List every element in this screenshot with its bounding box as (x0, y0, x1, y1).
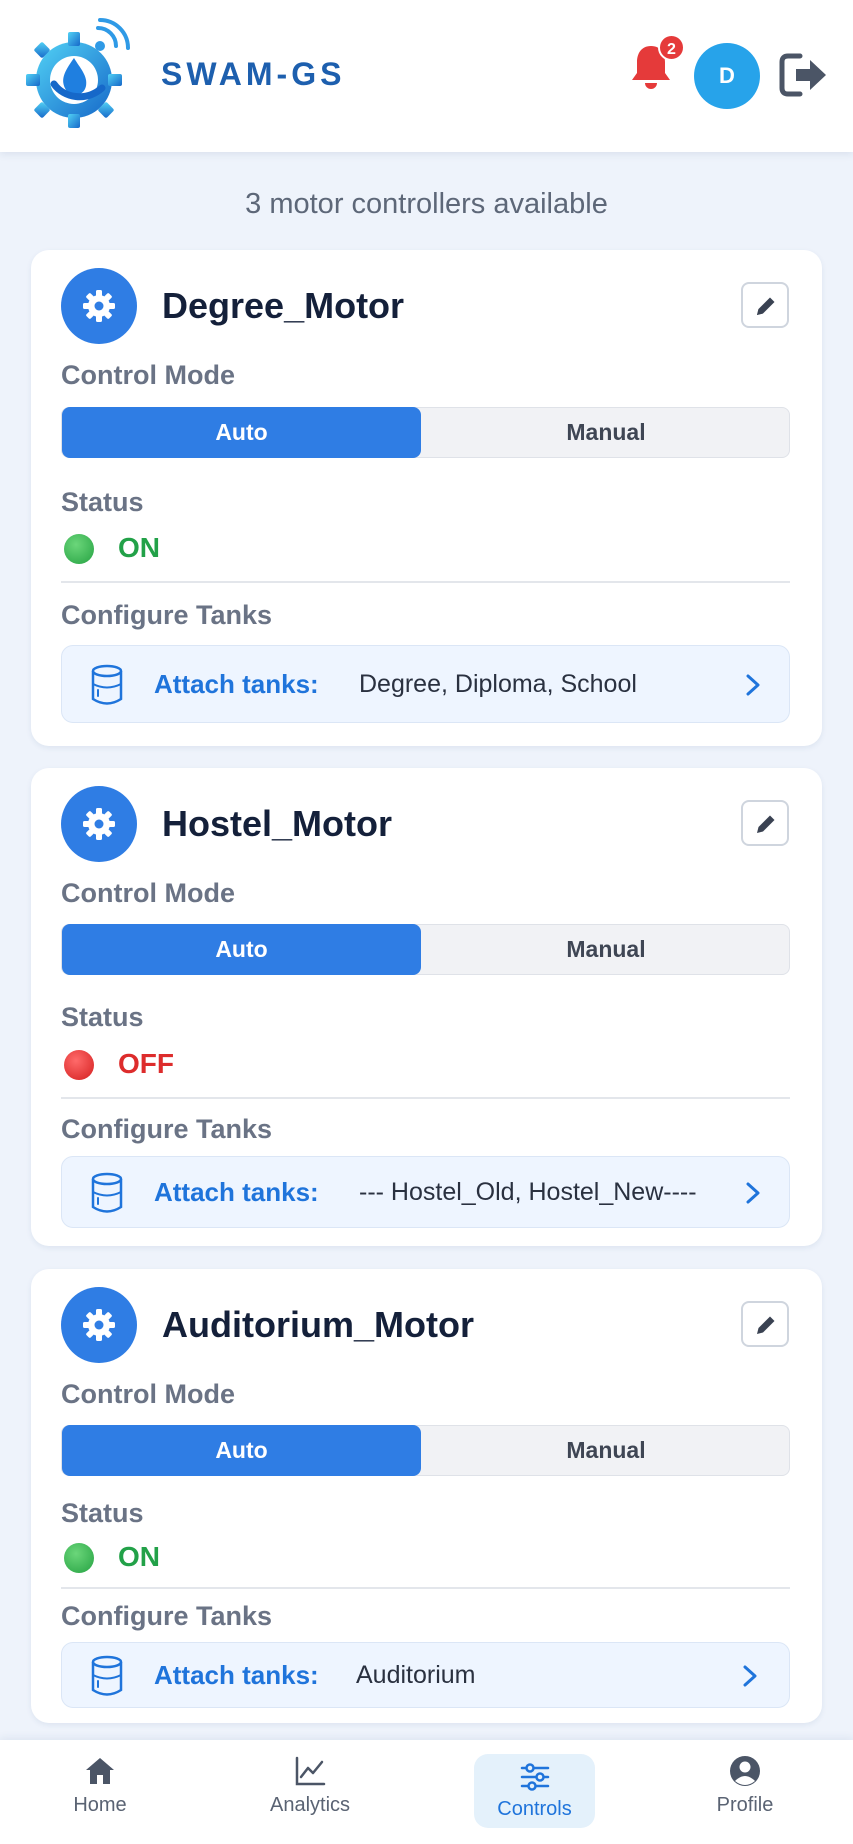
motor-gear-badge (61, 786, 137, 862)
gear-icon (83, 290, 115, 322)
status-indicator (64, 1543, 94, 1573)
status-label: Status (61, 1498, 144, 1528)
control-mode-toggle: Auto Manual (61, 1425, 790, 1476)
nav-label-profile: Profile (716, 1794, 774, 1816)
tank-cylinder-icon (91, 664, 123, 705)
status-indicator (64, 534, 94, 564)
gear-icon (83, 808, 115, 840)
sliders-icon (520, 1763, 549, 1791)
pencil-icon (757, 1316, 775, 1334)
edit-motor-button[interactable] (741, 282, 789, 328)
motor-name: Degree_Motor (162, 285, 405, 326)
nav-label-controls: Controls (497, 1798, 572, 1820)
control-mode-label: Control Mode (61, 878, 235, 908)
notification-badge: 2 (658, 34, 685, 61)
attach-tanks-row[interactable]: Attach tanks: Degree, Diploma, School (61, 645, 790, 723)
app-header: SWAM-GS 2 D (0, 0, 853, 152)
configure-tanks-label: Configure Tanks (61, 600, 273, 630)
control-mode-toggle: Auto Manual (61, 924, 790, 975)
configure-tanks-label: Configure Tanks (61, 1114, 273, 1144)
status-label: Status (61, 487, 144, 517)
status-indicator (64, 1050, 94, 1080)
attach-tanks-row[interactable]: Attach tanks: Auditorium (61, 1642, 790, 1708)
mode-auto-button[interactable]: Auto (62, 924, 421, 975)
pencil-icon (757, 297, 775, 315)
motor-gear-badge (61, 268, 137, 344)
mode-auto-button[interactable]: Auto (62, 1425, 421, 1476)
tank-cylinder-icon (91, 1655, 123, 1696)
status-value: ON (118, 1541, 160, 1572)
motor-card: Hostel_Motor Control Mode Auto Manual St… (31, 768, 822, 1246)
edit-motor-button[interactable] (741, 800, 789, 846)
bottom-navigation: Home Analytics Controls Profile (0, 1740, 853, 1844)
motor-card: Auditorium_Motor Control Mode Auto Manua… (31, 1269, 822, 1723)
divider (61, 1587, 790, 1589)
divider (61, 1097, 790, 1099)
motor-gear-badge (61, 1287, 137, 1363)
nav-label-home: Home (73, 1794, 127, 1816)
pencil-icon (757, 815, 775, 833)
status-value: OFF (118, 1048, 174, 1079)
nav-item-analytics[interactable]: Analytics (255, 1754, 365, 1834)
mode-manual-button[interactable]: Manual (421, 408, 791, 457)
mode-manual-button[interactable]: Manual (421, 1426, 791, 1475)
chevron-right-icon (746, 674, 760, 696)
motor-name: Auditorium_Motor (162, 1304, 474, 1345)
app-logo (26, 18, 130, 128)
attached-tanks-value: Auditorium (356, 1661, 476, 1689)
chart-line-icon (295, 1756, 326, 1786)
attached-tanks-value: --- Hostel_Old, Hostel_New---- (359, 1178, 697, 1206)
nav-item-home[interactable]: Home (50, 1754, 150, 1834)
logout-icon[interactable] (778, 50, 830, 100)
app-brand-name: SWAM-GS (161, 56, 346, 92)
controllers-count-text: 3 motor controllers available (245, 188, 608, 220)
divider (61, 581, 790, 583)
attach-tanks-label: Attach tanks: (154, 1177, 319, 1207)
home-icon (86, 1758, 114, 1784)
nav-label-analytics: Analytics (269, 1794, 351, 1816)
control-mode-toggle: Auto Manual (61, 407, 790, 458)
nav-item-profile[interactable]: Profile (695, 1754, 795, 1834)
control-mode-label: Control Mode (61, 1379, 235, 1409)
user-avatar[interactable]: D (694, 43, 760, 109)
chevron-right-icon (743, 1665, 757, 1687)
attach-tanks-label: Attach tanks: (154, 1660, 319, 1690)
attach-tanks-row[interactable]: Attach tanks: --- Hostel_Old, Hostel_New… (61, 1156, 790, 1228)
status-value: ON (118, 532, 160, 563)
edit-motor-button[interactable] (741, 1301, 789, 1347)
gear-icon (83, 1309, 115, 1341)
status-label: Status (61, 1002, 144, 1032)
configure-tanks-label: Configure Tanks (61, 1601, 273, 1631)
motor-card: Degree_Motor Control Mode Auto Manual St… (31, 250, 822, 746)
control-mode-label: Control Mode (61, 360, 235, 390)
mode-auto-button[interactable]: Auto (62, 407, 421, 458)
user-circle-icon (730, 1756, 760, 1786)
chevron-right-icon (746, 1182, 760, 1204)
mode-manual-button[interactable]: Manual (421, 925, 791, 974)
attach-tanks-label: Attach tanks: (154, 669, 319, 699)
tank-cylinder-icon (91, 1172, 123, 1213)
motor-name: Hostel_Motor (162, 803, 393, 844)
nav-item-controls[interactable]: Controls (474, 1754, 595, 1828)
attached-tanks-value: Degree, Diploma, School (359, 670, 637, 698)
